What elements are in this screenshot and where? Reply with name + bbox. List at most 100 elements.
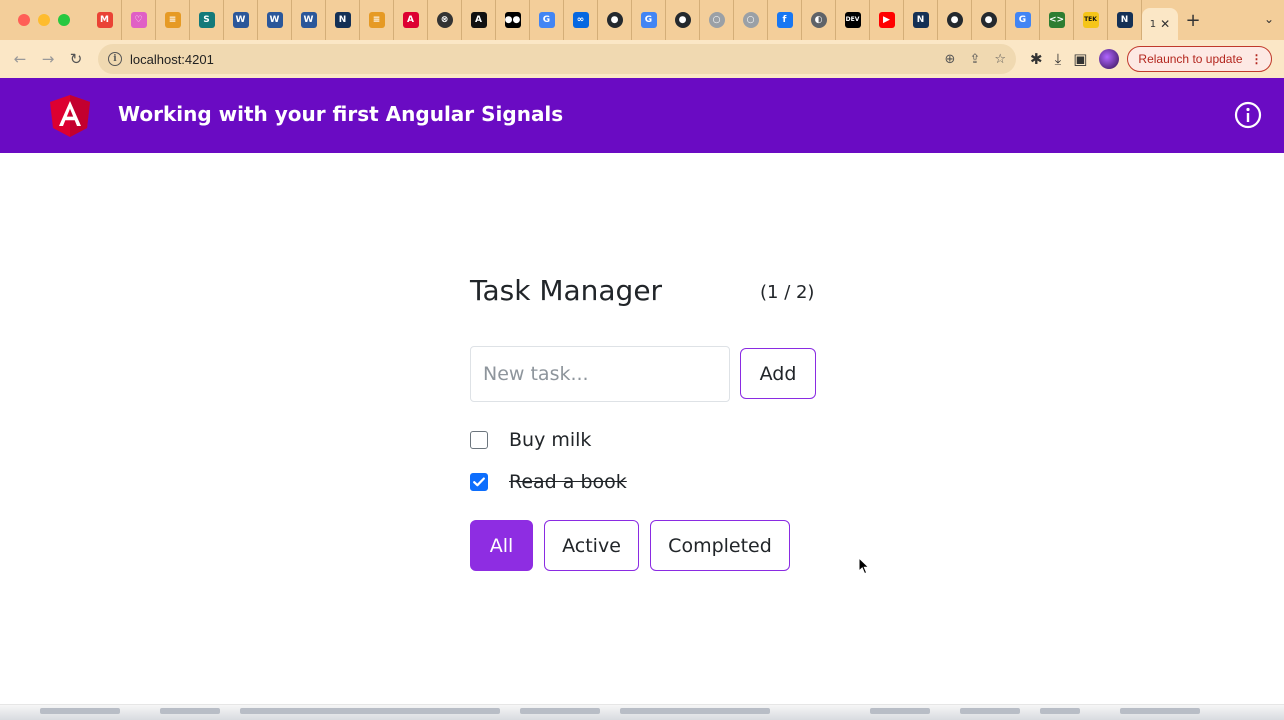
task-count: (1 / 2) — [760, 282, 815, 303]
task-label: Buy milk — [509, 429, 592, 451]
browser-tab[interactable]: f — [768, 0, 802, 40]
address-bar[interactable]: i localhost:4201 ⊕ ⇪ ☆ — [98, 44, 1016, 74]
active-tab[interactable]: 1 ✕ — [1142, 8, 1178, 40]
checkmark-icon — [473, 477, 485, 487]
browser-tab[interactable]: S — [190, 0, 224, 40]
browser-tab[interactable]: G — [530, 0, 564, 40]
browser-tab[interactable]: G — [1006, 0, 1040, 40]
browser-tab[interactable]: <> — [1040, 0, 1074, 40]
browser-tab[interactable]: ● — [666, 0, 700, 40]
download-icon[interactable]: ⤓ — [1055, 50, 1062, 68]
youtube-icon: ▶ — [878, 12, 895, 28]
task-checkbox[interactable] — [470, 431, 488, 449]
browser-tab[interactable]: W — [258, 0, 292, 40]
forward-arrow-icon[interactable]: → — [34, 45, 62, 73]
new-task-input[interactable] — [470, 346, 730, 402]
task-manager-title: Task Manager — [470, 274, 663, 307]
doc-icon: ≡ — [368, 12, 385, 28]
info-icon[interactable] — [1234, 101, 1262, 129]
profile-avatar[interactable] — [1099, 49, 1120, 69]
browser-tab[interactable]: TEK — [1074, 0, 1108, 40]
word-icon: W — [266, 12, 283, 28]
minimize-window-button[interactable] — [38, 14, 50, 26]
globe-icon: ○ — [708, 12, 725, 28]
browser-toolbar: ← → ↻ i localhost:4201 ⊕ ⇪ ☆ ✱ ⤓ ▣ Relau… — [0, 40, 1284, 78]
browser-tab[interactable]: ○ — [700, 0, 734, 40]
filter-active-button[interactable]: Active — [544, 520, 639, 571]
browser-tab[interactable]: N — [904, 0, 938, 40]
more-menu-icon[interactable]: ⋮ — [1251, 52, 1263, 66]
back-arrow-icon[interactable]: ← — [6, 45, 34, 73]
close-window-button[interactable] — [18, 14, 30, 26]
browser-tab[interactable]: N — [1108, 0, 1142, 40]
bookmark-star-icon[interactable]: ☆ — [994, 52, 1006, 67]
globe-icon: ◐ — [810, 12, 827, 28]
filter-all-button[interactable]: All — [470, 520, 533, 571]
reload-icon[interactable]: ↻ — [62, 45, 90, 73]
github-icon: ● — [980, 12, 997, 28]
browser-tab[interactable]: ● — [938, 0, 972, 40]
github-icon: ● — [946, 12, 963, 28]
browser-tab[interactable]: W — [292, 0, 326, 40]
google-icon: G — [1014, 12, 1031, 28]
maximize-window-button[interactable] — [58, 14, 70, 26]
task-item: Read a book — [470, 470, 627, 494]
new-tab-button[interactable]: + — [1178, 0, 1208, 40]
task-checkbox[interactable] — [470, 473, 488, 491]
x-circle-icon: ⊗ — [436, 12, 453, 28]
share-icon[interactable]: ⇪ — [969, 52, 980, 67]
browser-tab[interactable]: ▶ — [870, 0, 904, 40]
browser-tab[interactable]: ●● — [496, 0, 530, 40]
side-panel-icon[interactable]: ▣ — [1073, 50, 1087, 68]
browser-tab[interactable]: ● — [972, 0, 1006, 40]
active-tab-label: 1 — [1149, 18, 1157, 30]
filter-completed-button[interactable]: Completed — [650, 520, 790, 571]
browser-tab[interactable]: M — [88, 0, 122, 40]
sharepoint-icon: S — [198, 12, 215, 28]
url-text[interactable]: localhost:4201 — [130, 52, 214, 67]
angular-logo-icon — [50, 95, 90, 137]
facebook-icon: f — [776, 12, 793, 28]
word-icon: W — [300, 12, 317, 28]
browser-tab[interactable]: W — [224, 0, 258, 40]
word-icon: W — [232, 12, 249, 28]
gmail-icon: M — [96, 12, 113, 28]
tab-list: M ♡ ≡ S W W W N ≡ A ⊗ A ●● G ∞ ● G ● ○ ○ f ◐ DEV ▶ N ● ● G <> TEK N — [88, 0, 1142, 40]
browser-tab[interactable]: A — [462, 0, 496, 40]
nx-icon: N — [334, 12, 351, 28]
globe-icon: ○ — [742, 12, 759, 28]
google-icon: G — [538, 12, 555, 28]
browser-tab[interactable]: A — [394, 0, 428, 40]
github-icon: ● — [606, 12, 623, 28]
browser-tab[interactable]: ♡ — [122, 0, 156, 40]
tab-search-chevron-icon[interactable]: ⌄ — [1264, 12, 1274, 26]
browser-tab[interactable]: G — [632, 0, 666, 40]
close-tab-icon[interactable]: ✕ — [1160, 17, 1170, 31]
browser-tab[interactable]: ∞ — [564, 0, 598, 40]
browser-tab[interactable]: ◐ — [802, 0, 836, 40]
angular-icon: A — [402, 12, 419, 28]
browser-tab[interactable]: ≡ — [156, 0, 190, 40]
relaunch-button[interactable]: Relaunch to update ⋮ — [1127, 46, 1272, 72]
code-icon: <> — [1048, 12, 1065, 28]
nx-icon: N — [1116, 12, 1133, 28]
medium-icon: ●● — [504, 12, 521, 28]
heart-icon: ♡ — [130, 12, 147, 28]
browser-tab[interactable]: ○ — [734, 0, 768, 40]
browser-tab-strip: M ♡ ≡ S W W W N ≡ A ⊗ A ●● G ∞ ● G ● ○ ○ f ◐ DEV ▶ N ● ● G <> TEK N 1 … — [0, 0, 1284, 40]
browser-tab[interactable]: DEV — [836, 0, 870, 40]
relaunch-label: Relaunch to update — [1138, 52, 1243, 66]
extensions-puzzle-icon[interactable]: ✱ — [1030, 50, 1043, 68]
browser-tab[interactable]: ≡ — [360, 0, 394, 40]
github-icon: ● — [674, 12, 691, 28]
task-label: Read a book — [509, 471, 627, 493]
browser-tab[interactable]: N — [326, 0, 360, 40]
zoom-icon[interactable]: ⊕ — [945, 52, 956, 67]
browser-tab[interactable]: ⊗ — [428, 0, 462, 40]
tek-icon: TEK — [1082, 12, 1099, 28]
browser-tab[interactable]: ● — [598, 0, 632, 40]
site-info-icon[interactable]: i — [108, 52, 122, 66]
doc-icon: ≡ — [164, 12, 181, 28]
add-task-button[interactable]: Add — [740, 348, 816, 399]
nx-icon: N — [912, 12, 929, 28]
